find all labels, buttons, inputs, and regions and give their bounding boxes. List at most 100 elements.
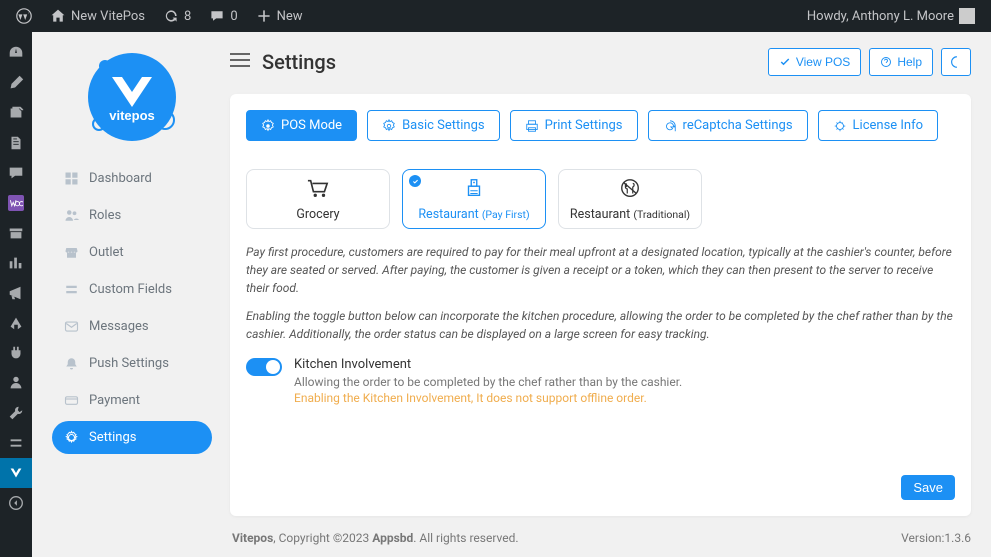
tab-label: Basic Settings [402,118,485,133]
update-icon [163,8,179,24]
print-icon [525,119,539,133]
wp-menu-plugins[interactable] [0,338,32,368]
new-text: New [277,9,303,24]
plus-icon [256,8,272,24]
wp-menu-products[interactable] [0,218,32,248]
license-icon [833,119,847,133]
footer-version: Version:1.3.6 [901,531,971,545]
howdy-text: Howdy, Anthony L. Moore [807,9,954,24]
help-button[interactable]: Help [869,48,933,76]
tab-label: POS Mode [281,118,342,133]
wp-menu-analytics[interactable] [0,248,32,278]
comments-link[interactable]: 0 [201,0,245,32]
nav-settings[interactable]: Settings [52,421,212,454]
wp-menu-woocommerce[interactable] [0,188,32,218]
tab-basic-settings[interactable]: Basic Settings [367,110,500,141]
mode-label-text: Restaurant (Pay First) [418,207,529,222]
description-2: Enabling the toggle button below can inc… [246,307,955,343]
main-content: vitepos Dashboard Roles Outlet Custom Fi… [32,32,991,557]
tab-license-info[interactable]: License Info [818,110,939,141]
wp-sidebar [0,32,32,557]
moon-icon [949,55,963,69]
nav-label: Push Settings [89,356,169,371]
tab-label: reCaptcha Settings [683,118,793,133]
cart-icon [305,177,331,203]
wp-menu-posts[interactable] [0,68,32,98]
mode-restaurant-pay-first[interactable]: Restaurant (Pay First) [402,169,546,229]
kitchen-toggle[interactable] [246,358,282,376]
nav-payment[interactable]: Payment [52,384,212,417]
description-1: Pay first procedure, customers are requi… [246,243,955,297]
site-name-text: New VitePos [71,9,145,24]
comment-icon [209,8,225,24]
help-label: Help [897,55,922,69]
restaurant-payfirst-icon [461,177,487,203]
wp-menu-vitepos[interactable] [0,458,32,488]
vitepos-nav: Dashboard Roles Outlet Custom Fields Mes… [52,162,212,454]
nav-label: Settings [89,430,136,445]
site-link[interactable]: New VitePos [42,0,153,32]
dark-mode-button[interactable] [941,48,971,76]
recaptcha-icon [663,119,677,133]
wp-menu-pages[interactable] [0,128,32,158]
check-icon [779,56,791,68]
vitepos-logo: vitepos [52,42,212,152]
view-pos-label: View POS [796,55,850,69]
save-button[interactable]: Save [901,475,955,500]
mode-label-text: Restaurant (Traditional) [570,207,690,222]
updates-count: 8 [184,9,191,24]
nav-label: Outlet [89,245,124,260]
settings-icon [382,119,396,133]
wp-menu-users[interactable] [0,368,32,398]
home-icon [50,8,66,24]
wp-menu-dashboard[interactable] [0,38,32,68]
nav-dashboard[interactable]: Dashboard [52,162,212,195]
wp-logo[interactable] [8,0,40,32]
kitchen-warning: Enabling the Kitchen Involvement, It doe… [294,391,682,405]
wp-menu-tools[interactable] [0,398,32,428]
tab-print-settings[interactable]: Print Settings [510,110,638,141]
footer: Vitepos, Copyright ©2023 Appsbd. All rig… [32,516,991,557]
tab-pos-mode[interactable]: POS Mode [246,110,357,141]
tab-label: License Info [853,118,924,133]
howdy-link[interactable]: Howdy, Anthony L. Moore [799,0,983,32]
mode-label-text: Grocery [296,207,339,222]
wp-menu-media[interactable] [0,98,32,128]
nav-push-settings[interactable]: Push Settings [52,347,212,380]
kitchen-title: Kitchen Involvement [294,357,682,372]
nav-roles[interactable]: Roles [52,199,212,232]
nav-outlet[interactable]: Outlet [52,236,212,269]
wp-menu-collapse[interactable] [0,488,32,518]
wp-menu-settings[interactable] [0,428,32,458]
selected-check-icon [409,175,421,187]
wp-admin-bar: New VitePos 8 0 New Howdy, Anthony L. Mo… [0,0,991,32]
new-link[interactable]: New [248,0,311,32]
tab-recaptcha-settings[interactable]: reCaptcha Settings [648,110,808,141]
nav-label: Messages [89,319,149,334]
updates-link[interactable]: 8 [155,0,199,32]
nav-messages[interactable]: Messages [52,310,212,343]
wp-menu-comments[interactable] [0,158,32,188]
comments-count: 0 [230,9,237,24]
mode-grocery[interactable]: Grocery [246,169,390,229]
kitchen-desc: Allowing the order to be completed by th… [294,375,682,389]
nav-label: Custom Fields [89,282,172,297]
restaurant-icon [617,177,643,203]
settings-card: POS Mode Basic Settings Print Settings r… [230,94,971,516]
page-title: Settings [262,50,336,74]
view-pos-button[interactable]: View POS [768,48,861,76]
nav-label: Dashboard [89,171,152,186]
gear-icon [261,119,275,133]
tab-label: Print Settings [545,118,623,133]
user-avatar-icon [959,8,975,24]
wp-menu-appearance[interactable] [0,308,32,338]
nav-custom-fields[interactable]: Custom Fields [52,273,212,306]
mode-restaurant-traditional[interactable]: Restaurant (Traditional) [558,169,702,229]
nav-label: Roles [89,208,121,223]
nav-label: Payment [89,393,140,408]
svg-text:vitepos: vitepos [109,108,155,123]
wp-menu-marketing[interactable] [0,278,32,308]
footer-copyright: Vitepos, Copyright ©2023 Appsbd. All rig… [232,531,519,545]
hamburger-button[interactable] [230,53,250,71]
help-icon [880,56,892,68]
